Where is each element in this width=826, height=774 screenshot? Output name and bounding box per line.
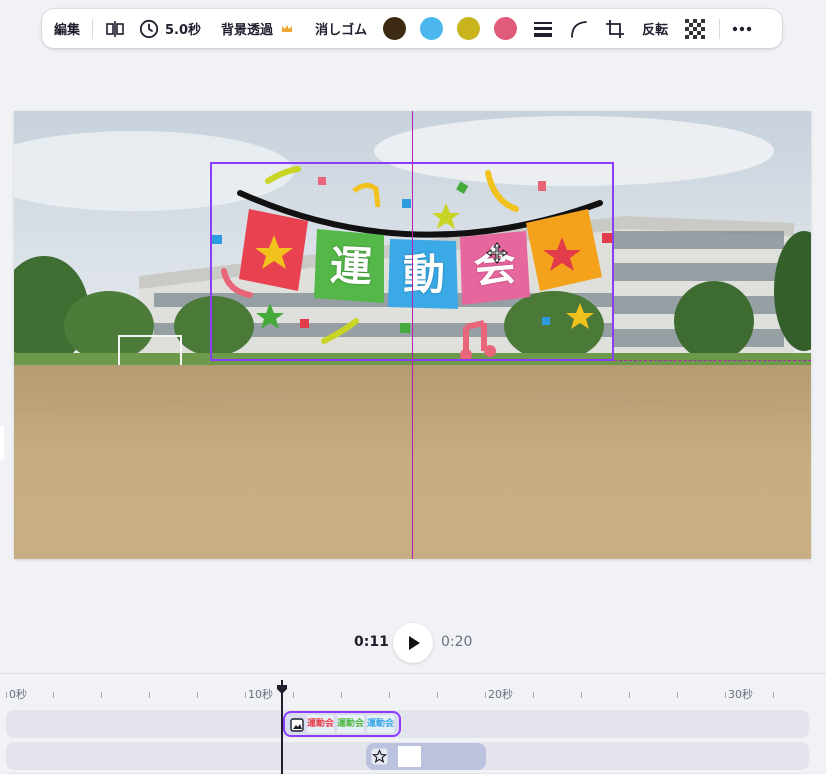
ruler-tick	[629, 692, 630, 698]
ruler-tick	[773, 692, 774, 698]
color-swatch-yellow[interactable]	[457, 17, 481, 40]
image-icon	[290, 717, 304, 735]
object-toolbar: 編集 5.0秒 背景透過 消しゴム 反転	[42, 9, 782, 48]
ruler-tick	[53, 692, 54, 698]
color-swatch-brown[interactable]	[383, 17, 407, 40]
ruler-label-10: 10秒	[248, 688, 273, 701]
play-button[interactable]	[393, 623, 433, 663]
more-options-button[interactable]	[732, 9, 752, 48]
playback-controls: 0:11 0:20	[0, 623, 826, 663]
crop-button[interactable]	[605, 9, 625, 48]
ruler-tick	[293, 692, 294, 698]
playhead[interactable]	[281, 680, 283, 774]
eraser-label: 消しゴム	[315, 23, 368, 38]
ruler-tick	[485, 692, 486, 698]
color-swatch-blue[interactable]	[420, 17, 444, 40]
color-swatch-pink[interactable]	[494, 17, 518, 40]
alignment-guide-horizontal	[614, 360, 811, 361]
current-time: 0:11	[354, 634, 389, 650]
ruler-tick	[101, 692, 102, 698]
ruler-label-20: 20秒	[488, 688, 513, 701]
transparency-icon	[685, 18, 706, 39]
split-button[interactable]	[105, 9, 125, 48]
ruler-tick	[149, 692, 150, 698]
background-remove-button[interactable]: 背景透過	[221, 9, 293, 48]
ruler-tick	[389, 692, 390, 698]
ruler-tick	[437, 692, 438, 698]
playhead-handle-icon[interactable]	[277, 679, 287, 694]
background-remove-label: 背景透過	[221, 23, 274, 38]
divider	[719, 18, 721, 39]
eraser-button[interactable]: 消しゴム	[315, 9, 367, 48]
border-style-button[interactable]	[534, 9, 553, 48]
transparency-button[interactable]	[685, 9, 706, 48]
color-swatches	[376, 9, 524, 48]
corner-rounding-button[interactable]	[570, 9, 588, 48]
sticker-clip[interactable]: 運動会 運動会 運動会	[283, 711, 401, 737]
ruler-tick	[677, 692, 678, 698]
ruler-tick	[725, 692, 726, 698]
side-panel-handle[interactable]	[0, 425, 4, 461]
center-guide-vertical	[412, 111, 413, 559]
ruler-tick	[245, 692, 246, 698]
move-cursor-icon	[486, 242, 508, 268]
duration-label: 5.0秒	[165, 23, 202, 38]
edit-label: 編集	[54, 23, 81, 38]
clip-thumbnail: 運動会	[367, 715, 394, 733]
sticker-clip-thumbnails: 運動会 運動会 運動会	[307, 715, 394, 733]
duration-button[interactable]: 5.0秒	[139, 9, 201, 48]
clip-thumbnail: 運動会	[307, 715, 334, 733]
clock-icon	[139, 19, 159, 39]
ruler-label-0: 0秒	[9, 688, 27, 701]
ruler-tick	[341, 692, 342, 698]
divider	[92, 18, 94, 39]
animation-icon	[371, 748, 388, 769]
total-time: 0:20	[441, 634, 473, 650]
ruler-label-30: 30秒	[728, 688, 753, 701]
ruler-tick	[197, 692, 198, 698]
element-clip[interactable]	[366, 743, 486, 770]
corner-rounding-icon	[570, 20, 588, 38]
border-style-icon	[534, 21, 553, 37]
timeline-track-1[interactable]	[6, 710, 809, 738]
timeline[interactable]: 0秒 10秒 20秒 30秒 運動会 運動会 運動会	[0, 673, 826, 774]
design-canvas[interactable]: 運 動 会	[14, 111, 811, 559]
more-dots-icon	[732, 26, 752, 32]
ruler-tick	[6, 692, 7, 698]
crop-icon	[605, 19, 625, 39]
play-icon	[408, 635, 421, 655]
crown-icon	[281, 24, 293, 34]
element-clip-thumbnail	[398, 746, 421, 767]
flip-button[interactable]: 反転	[642, 9, 668, 48]
edit-button[interactable]: 編集	[54, 9, 80, 48]
split-icon	[105, 20, 125, 38]
clip-thumbnail: 運動会	[337, 715, 364, 733]
ruler-tick	[533, 692, 534, 698]
ruler-tick	[581, 692, 582, 698]
flip-label: 反転	[642, 23, 669, 38]
